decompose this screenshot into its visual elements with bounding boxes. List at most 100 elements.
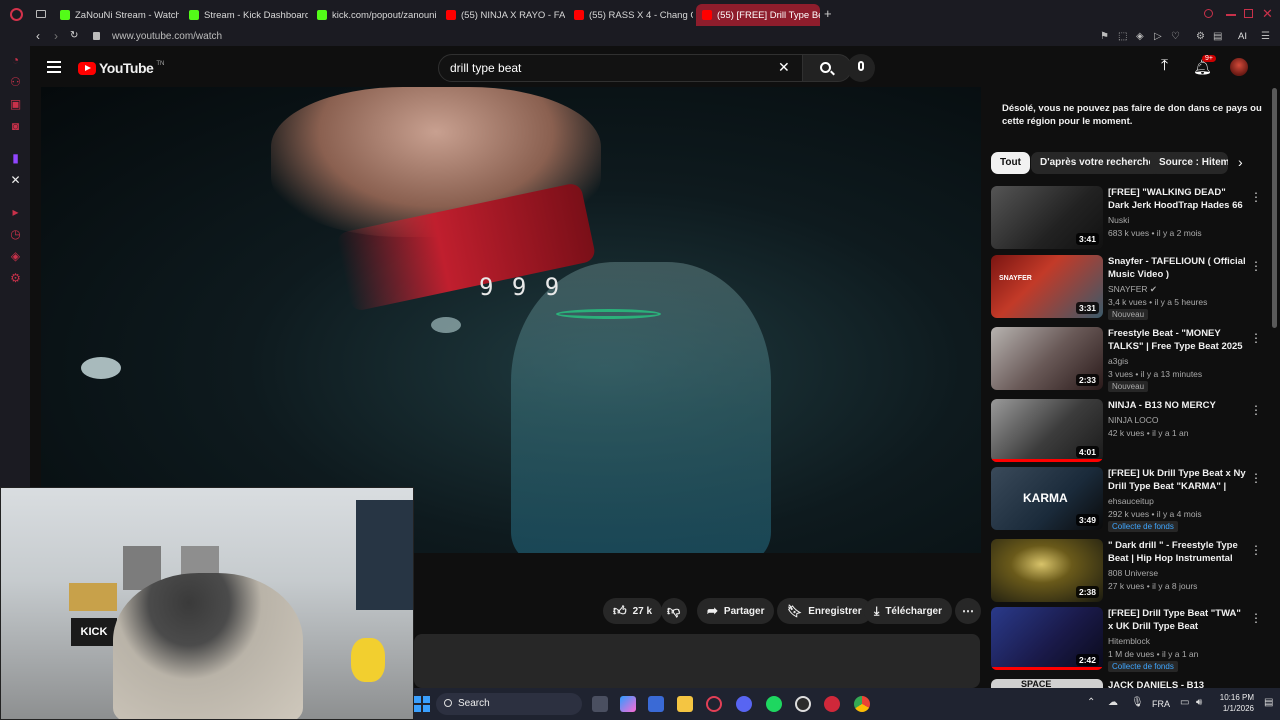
share-button[interactable]: ➦ Partager: [697, 598, 775, 624]
microphone-icon[interactable]: 🎙︎: [1131, 697, 1144, 708]
recommendation-item[interactable]: 4:01 NINJA - B13 NO MERCY NINJA LOCO 42 …: [990, 399, 1262, 465]
more-options-icon[interactable]: ⋮: [1250, 403, 1262, 417]
more-options-icon[interactable]: ⋮: [1250, 611, 1262, 625]
chip-all[interactable]: Tout: [991, 152, 1030, 174]
chrome-icon[interactable]: [854, 696, 870, 712]
player-sidebar-icon[interactable]: ▸: [9, 206, 22, 219]
more-options-icon[interactable]: ⋮: [1250, 331, 1262, 345]
player-icon[interactable]: ▷: [1154, 31, 1162, 42]
video-thumbnail[interactable]: SPACE: [991, 679, 1103, 688]
browser-tab[interactable]: (55) RASS X 4 - Chang Ge: [568, 4, 693, 26]
tab-overview-icon[interactable]: [36, 10, 46, 18]
search-button[interactable]: [802, 54, 852, 82]
copilot-icon[interactable]: [620, 696, 636, 712]
x-icon[interactable]: ✕: [9, 174, 22, 187]
channel-name[interactable]: Nuski: [1108, 215, 1129, 225]
task-view-icon[interactable]: [592, 696, 608, 712]
notification-center-icon[interactable]: ▤: [1264, 697, 1273, 708]
history-icon[interactable]: ◷: [9, 228, 22, 241]
video-thumbnail[interactable]: 4:01: [991, 399, 1103, 462]
onedrive-icon[interactable]: ☁: [1108, 697, 1118, 708]
ai-button[interactable]: AI: [1238, 31, 1247, 42]
video-title[interactable]: [FREE] Drill Type Beat "TWA" x UK Drill …: [1108, 607, 1246, 633]
chevron-up-icon[interactable]: ⌃: [1087, 697, 1095, 708]
channel-name[interactable]: SNAYFER ✔: [1108, 284, 1157, 295]
bookmark-icon[interactable]: ⚑: [1100, 31, 1109, 42]
chip-source[interactable]: Source : Hitemb: [1150, 152, 1228, 174]
recommendation-item[interactable]: SPACE JACK DANIELS - B13 (TRAPLIFE: [990, 679, 1260, 688]
scrollbar-thumb[interactable]: [1272, 88, 1277, 328]
network-icon[interactable]: ▭: [1180, 697, 1189, 708]
dislike-button[interactable]: 👎︎: [661, 598, 687, 624]
recommendation-item[interactable]: SNAYFER 3:31 Snayfer - TAFELIOUN ( Offic…: [990, 255, 1262, 321]
hamburger-icon[interactable]: [47, 61, 61, 73]
crypto-wallet-icon[interactable]: ⚇: [9, 76, 22, 89]
app-icon[interactable]: [824, 696, 840, 712]
description-box[interactable]: [414, 634, 980, 688]
chevron-right-icon[interactable]: ›: [1238, 154, 1243, 170]
file-explorer-icon[interactable]: [677, 696, 693, 712]
opera-menu-icon[interactable]: [10, 8, 23, 21]
video-title[interactable]: [FREE] Uk Drill Type Beat x Ny Drill Typ…: [1108, 467, 1246, 493]
menu-icon[interactable]: ☰: [1261, 31, 1270, 42]
heart-icon[interactable]: ♡: [1171, 31, 1180, 42]
video-thumbnail[interactable]: 2:42: [991, 607, 1103, 670]
maximize-icon[interactable]: [1244, 9, 1253, 18]
video-thumbnail[interactable]: KARMA 3:49: [991, 467, 1103, 530]
settings-icon[interactable]: ⚙: [9, 272, 22, 285]
recommendation-item[interactable]: 3:41 [FREE] "WALKING DEAD" Dark Jerk Hoo…: [990, 186, 1262, 252]
video-player[interactable]: 9 9 9: [41, 87, 981, 553]
chip-related-search[interactable]: D'après votre recherche: [1031, 152, 1164, 174]
clear-search-icon[interactable]: ✕: [778, 59, 790, 76]
more-options-icon[interactable]: ⋮: [1250, 543, 1262, 557]
video-thumbnail[interactable]: 3:41: [991, 186, 1103, 249]
video-thumbnail[interactable]: SNAYFER 3:31: [991, 255, 1103, 318]
recommendation-item[interactable]: 2:38 " Dark drill " - Freestyle Type Bea…: [990, 539, 1262, 605]
more-options-icon[interactable]: ⋮: [1250, 259, 1262, 273]
opera-icon[interactable]: [706, 696, 722, 712]
browser-tab[interactable]: Stream - Kick Dashboard: [183, 4, 308, 26]
download-button[interactable]: ⤓ Télécharger: [864, 598, 953, 624]
snapshot-icon[interactable]: ⬚: [1118, 31, 1127, 42]
close-icon[interactable]: ✕: [1262, 6, 1273, 22]
browser-tab[interactable]: ZaNouNi Stream - Watch L: [54, 4, 179, 26]
browser-tab[interactable]: kick.com/popout/zanouni: [311, 4, 436, 26]
url-field[interactable]: www.youtube.com/watch: [112, 31, 222, 42]
channel-name[interactable]: 808 Universe: [1108, 568, 1158, 578]
wallet-icon[interactable]: ▤: [1213, 31, 1222, 42]
video-title[interactable]: NINJA - B13 NO MERCY: [1108, 399, 1246, 412]
messenger-icon[interactable]: ▣: [9, 98, 22, 111]
video-thumbnail[interactable]: 2:33: [991, 327, 1103, 390]
extensions-icon[interactable]: ⚙: [1196, 31, 1205, 42]
taskbar-search[interactable]: Search: [436, 693, 582, 715]
more-actions-button[interactable]: ⋯: [955, 598, 981, 624]
channel-name[interactable]: NINJA LOCO: [1108, 415, 1159, 425]
twitch-icon[interactable]: ▮: [9, 152, 22, 165]
youtube-logo[interactable]: YouTube TN: [78, 60, 164, 76]
video-title[interactable]: Snayfer - TAFELIOUN ( Official Music Vid…: [1108, 255, 1246, 281]
back-icon[interactable]: ‹: [36, 29, 40, 43]
channel-name[interactable]: Hitemblock: [1108, 636, 1150, 646]
search-tabs-icon[interactable]: [1204, 9, 1213, 18]
store-icon[interactable]: [648, 696, 664, 712]
forward-icon[interactable]: ›: [54, 29, 58, 43]
more-options-icon[interactable]: ⋮: [1250, 190, 1262, 204]
recommendation-item[interactable]: KARMA 3:49 [FREE] Uk Drill Type Beat x N…: [990, 467, 1262, 533]
aria-icon[interactable]: ◔: [9, 54, 22, 67]
obs-icon[interactable]: [795, 696, 811, 712]
language-indicator[interactable]: FRA: [1152, 699, 1170, 709]
pinboard-icon[interactable]: ◈: [9, 250, 22, 263]
notifications-button[interactable]: 🔔︎ 9+: [1193, 55, 1216, 77]
browser-tab-active[interactable]: (55) [FREE] Drill Type Beat: [696, 4, 820, 26]
reload-icon[interactable]: ↻: [70, 30, 78, 41]
video-title[interactable]: Freestyle Beat - "MONEY TALKS" | Free Ty…: [1108, 327, 1246, 353]
browser-tab[interactable]: (55) NINJA X RAYO - FAR: [440, 4, 565, 26]
like-button[interactable]: 👍︎ 27 k: [603, 598, 663, 624]
instagram-icon[interactable]: ◙: [9, 120, 22, 133]
video-thumbnail[interactable]: 2:38: [991, 539, 1103, 602]
upload-icon[interactable]: ⤒: [1161, 57, 1168, 75]
search-input[interactable]: drill type beat: [438, 54, 833, 82]
minimize-icon[interactable]: [1226, 14, 1236, 16]
windows-start-icon[interactable]: [414, 696, 430, 712]
clock[interactable]: 10:16 PM 1/1/2026: [1214, 692, 1254, 714]
